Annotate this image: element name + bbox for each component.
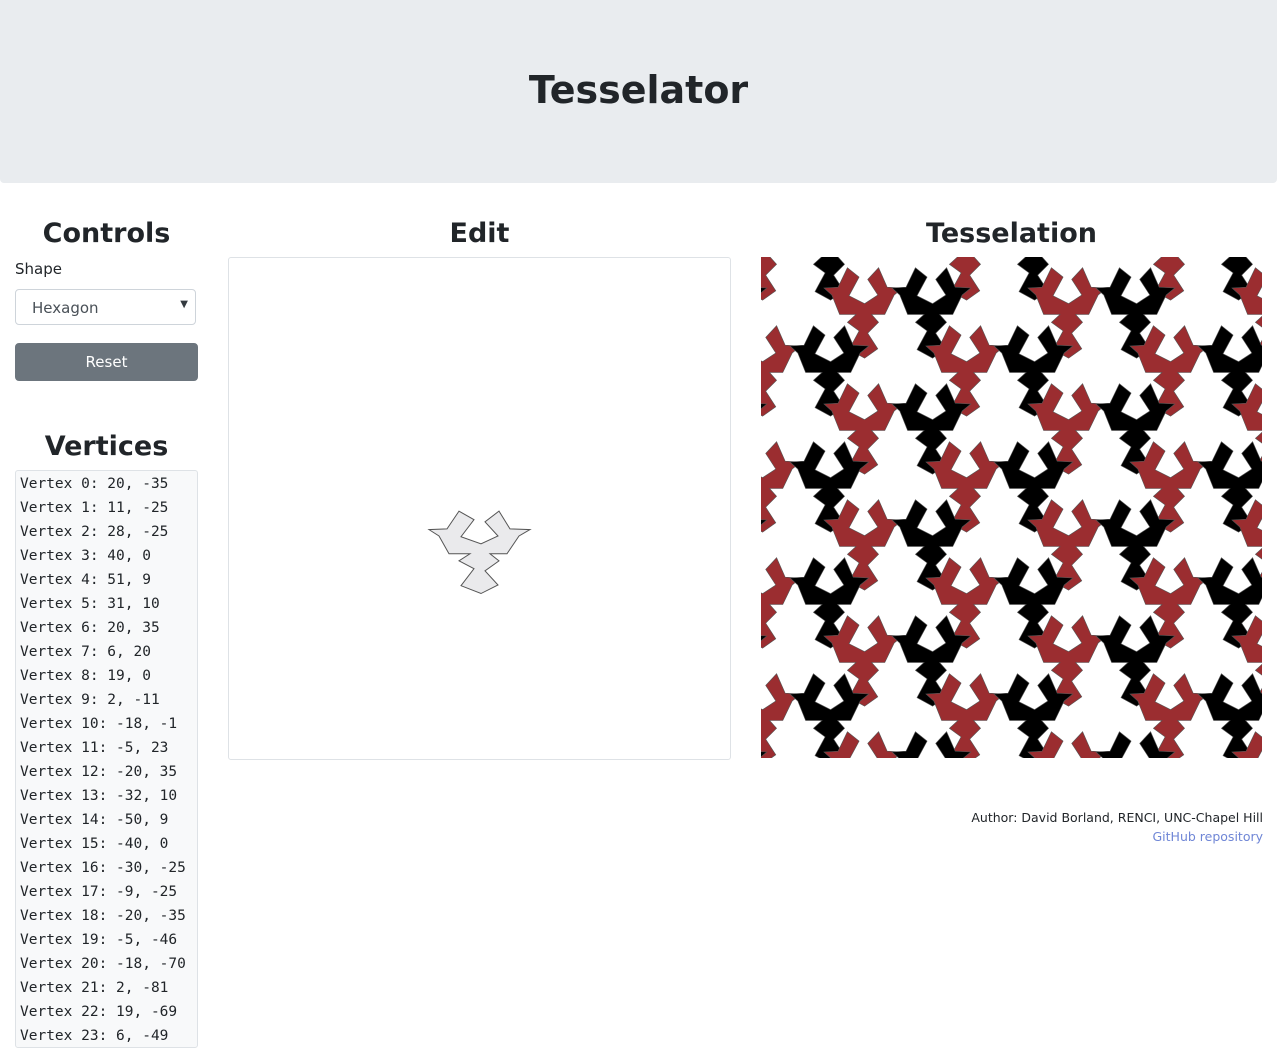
vertex-item: Vertex 10: -18, -1 (20, 716, 178, 732)
footer: Author: David Borland, RENCI, UNC-Chapel… (971, 808, 1263, 846)
shape-select[interactable]: Hexagon ▼ (15, 289, 196, 325)
vertex-item: Vertex 15: -40, 0 (20, 836, 169, 852)
edit-shape-svg[interactable] (229, 258, 730, 759)
shape-select-value: Hexagon (32, 299, 99, 317)
vertex-item: Vertex 18: -20, -35 (20, 908, 186, 924)
vertex-item: Vertex 17: -9, -25 (20, 884, 178, 900)
reset-button[interactable]: Reset (15, 343, 198, 381)
controls-title: Controls (42, 218, 171, 249)
tesselation-title: Tesselation (925, 218, 1097, 249)
vertex-item: Vertex 22: 19, -69 (20, 1004, 178, 1020)
vertex-item: Vertex 5: 31, 10 (20, 596, 160, 612)
vertex-item: Vertex 19: -5, -46 (20, 932, 178, 948)
chevron-down-icon: ▼ (180, 299, 188, 310)
page-header: Tesselator (0, 0, 1277, 183)
author-text: Author: David Borland, RENCI, UNC-Chapel… (971, 810, 1263, 825)
page-title: Tesselator (528, 68, 749, 112)
vertex-item: Vertex 11: -5, 23 (20, 740, 169, 756)
vertex-item: Vertex 14: -50, 9 (20, 812, 169, 828)
vertices-title: Vertices (44, 431, 169, 462)
vertex-item: Vertex 7: 6, 20 (20, 644, 151, 660)
vertex-item: Vertex 13: -32, 10 (20, 788, 178, 804)
vertex-item: Vertex 6: 20, 35 (20, 620, 160, 636)
tesselation-canvas (761, 257, 1262, 758)
edit-shape[interactable] (427, 510, 532, 595)
vertex-item: Vertex 23: 6, -49 (20, 1028, 169, 1044)
vertex-item: Vertex 3: 40, 0 (20, 548, 151, 564)
vertex-item: Vertex 8: 19, 0 (20, 668, 151, 684)
vertex-item: Vertex 2: 28, -25 (20, 524, 169, 540)
vertex-item: Vertex 0: 20, -35 (20, 476, 169, 492)
edit-title: Edit (449, 218, 510, 249)
edit-canvas[interactable] (228, 257, 731, 760)
vertex-item: Vertex 4: 51, 9 (20, 572, 151, 588)
github-link[interactable]: GitHub repository (971, 827, 1264, 846)
vertex-item: Vertex 21: 2, -81 (20, 980, 169, 996)
shape-label: Shape (15, 260, 62, 278)
vertex-item: Vertex 20: -18, -70 (20, 956, 186, 972)
vertex-item: Vertex 12: -20, 35 (20, 764, 178, 780)
vertex-item: Vertex 1: 11, -25 (20, 500, 169, 516)
vertex-list[interactable]: Vertex 0: 20, -35 Vertex 1: 11, -25 Vertex… (15, 470, 198, 1048)
tesselation-svg (761, 257, 1262, 758)
vertex-item: Vertex 16: -30, -25 (20, 860, 186, 876)
vertex-item: Vertex 9: 2, -11 (20, 692, 160, 708)
